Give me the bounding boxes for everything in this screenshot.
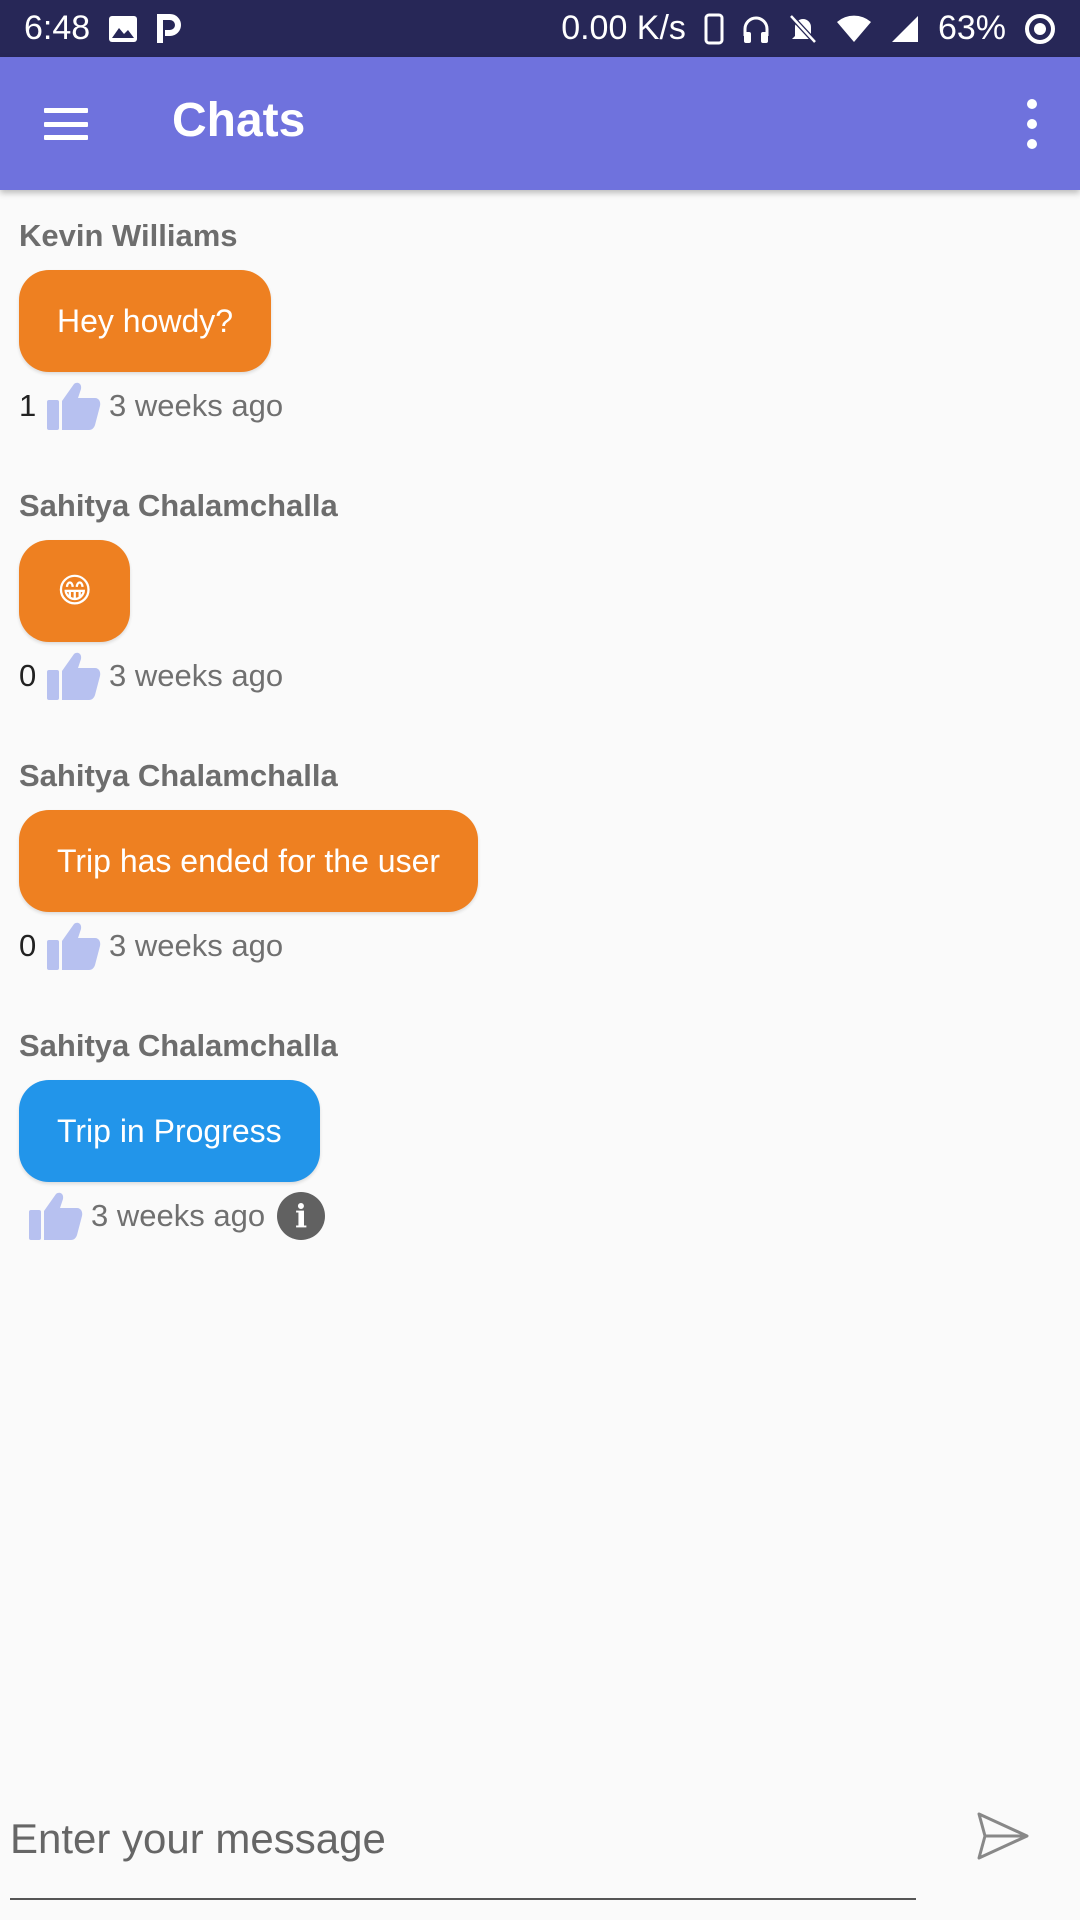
app-bar: Chats bbox=[0, 57, 1080, 190]
thumbs-up-icon[interactable] bbox=[45, 650, 101, 702]
message-meta: 0 3 weeks ago bbox=[19, 650, 283, 702]
page-title: Chats bbox=[172, 94, 306, 147]
message-sender: Kevin Williams bbox=[19, 218, 238, 253]
like-count: 0 bbox=[19, 658, 37, 693]
message-time: 3 weeks ago bbox=[91, 1198, 266, 1233]
status-time: 6:48 bbox=[24, 9, 91, 47]
info-icon[interactable]: i bbox=[277, 1192, 326, 1240]
headphones-icon bbox=[742, 14, 770, 44]
message-meta: 3 weeks ago i bbox=[27, 1190, 326, 1242]
send-icon[interactable] bbox=[975, 1808, 1031, 1864]
message-sender: Sahitya Chalamchalla bbox=[19, 488, 338, 523]
battery-percent: 63% bbox=[937, 9, 1006, 47]
message-sender: Sahitya Chalamchalla bbox=[19, 1028, 338, 1063]
phone-icon bbox=[704, 13, 724, 45]
message-time: 3 weeks ago bbox=[109, 388, 284, 423]
menu-icon[interactable] bbox=[42, 102, 90, 146]
status-bar: 6:48 0.00 K/s 63% bbox=[0, 0, 1080, 57]
image-notification-icon bbox=[108, 15, 138, 43]
message-composer bbox=[0, 1780, 1080, 1920]
bell-muted-icon bbox=[788, 13, 818, 45]
like-count: 0 bbox=[19, 928, 37, 963]
message-bubble[interactable]: Hey howdy? bbox=[19, 270, 272, 372]
thumbs-up-icon[interactable] bbox=[27, 1190, 83, 1242]
cell-signal-icon bbox=[890, 14, 920, 44]
network-speed: 0.00 K/s bbox=[561, 9, 686, 47]
message-time: 3 weeks ago bbox=[109, 658, 284, 693]
status-right: 0.00 K/s 63% bbox=[561, 9, 1056, 48]
message-time: 3 weeks ago bbox=[109, 928, 284, 963]
message-meta: 1 3 weeks ago bbox=[19, 380, 283, 432]
parking-app-icon bbox=[156, 13, 182, 45]
message-input[interactable] bbox=[10, 1780, 916, 1900]
message-bubble[interactable]: 😁 bbox=[19, 540, 131, 642]
thumbs-up-icon[interactable] bbox=[45, 380, 101, 432]
message-meta: 0 3 weeks ago bbox=[19, 920, 283, 972]
battery-icon bbox=[1024, 13, 1056, 45]
message-bubble[interactable]: Trip in Progress bbox=[19, 1080, 320, 1182]
message-sender: Sahitya Chalamchalla bbox=[19, 758, 338, 793]
more-options-icon[interactable] bbox=[1022, 99, 1042, 149]
thumbs-up-icon[interactable] bbox=[45, 920, 101, 972]
like-count: 1 bbox=[19, 388, 37, 423]
message-bubble[interactable]: Trip has ended for the user bbox=[19, 810, 479, 912]
status-left: 6:48 bbox=[24, 9, 182, 48]
wifi-icon bbox=[836, 14, 872, 44]
